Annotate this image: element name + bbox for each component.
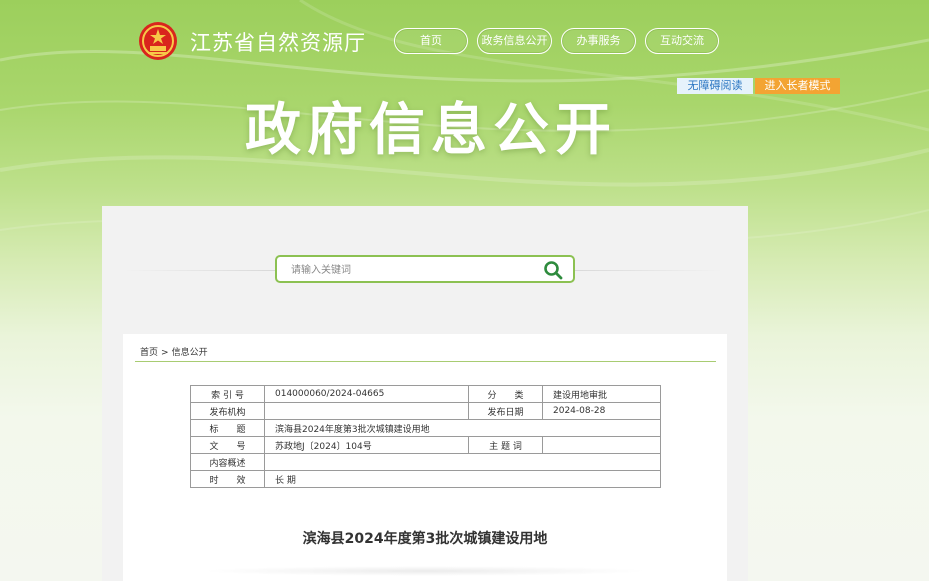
table-row: 文 号 苏政地J〔2024〕104号 主 题 词: [190, 436, 661, 454]
value-publish-date: 2024-08-28: [542, 402, 661, 420]
page-hero-title: 政府信息公开: [245, 98, 617, 163]
accessibility-button[interactable]: 无障碍阅读: [677, 78, 753, 94]
value-keywords: [542, 436, 661, 454]
breadcrumb-home[interactable]: 首页: [140, 348, 158, 358]
table-row: 内容概述: [190, 453, 661, 471]
national-emblem-icon: [139, 22, 177, 60]
value-summary: [264, 453, 661, 471]
label-summary: 内容概述: [190, 453, 265, 471]
nav-interaction[interactable]: 互动交流: [645, 28, 719, 54]
label-title: 标 题: [190, 419, 265, 437]
nav-gov-info[interactable]: 政务信息公开: [477, 28, 552, 54]
label-keywords: 主 题 词: [468, 436, 543, 454]
nav-services[interactable]: 办事服务: [561, 28, 636, 54]
site-name[interactable]: 江苏省自然资源厅: [190, 27, 366, 57]
breadcrumb-current[interactable]: 信息公开: [172, 348, 208, 358]
label-index-number: 索 引 号: [190, 385, 265, 403]
label-publisher: 发布机构: [190, 402, 265, 420]
search-box: [275, 255, 575, 283]
table-row: 发布机构 发布日期 2024-08-28: [190, 402, 661, 420]
label-publish-date: 发布日期: [468, 402, 543, 420]
value-category: 建设用地审批: [542, 385, 661, 403]
document-title: 滨海县2024年度第3批次城镇建设用地: [302, 531, 548, 547]
elder-mode-button[interactable]: 进入长者模式: [755, 78, 840, 94]
title-shadow-divider: [200, 566, 650, 576]
label-validity: 时 效: [190, 470, 265, 488]
table-row: 时 效 长 期: [190, 470, 661, 488]
value-validity: 长 期: [264, 470, 661, 488]
value-publisher: [264, 402, 469, 420]
search-input[interactable]: [289, 260, 533, 280]
metadata-table: 索 引 号 014000060/2024-04665 分 类 建设用地审批 发布…: [190, 385, 661, 488]
label-doc-number: 文 号: [190, 436, 265, 454]
table-row: 标 题 滨海县2024年度第3批次城镇建设用地: [190, 419, 661, 437]
breadcrumb: 首页 > 信息公开: [140, 345, 211, 358]
main-nav: 首页 政务信息公开 办事服务 互动交流: [394, 28, 719, 54]
nav-home[interactable]: 首页: [394, 28, 468, 54]
breadcrumb-divider: [135, 361, 716, 362]
table-row: 索 引 号 014000060/2024-04665 分 类 建设用地审批: [190, 385, 661, 403]
search-icon[interactable]: [543, 260, 563, 280]
breadcrumb-separator: >: [161, 348, 169, 358]
label-category: 分 类: [468, 385, 543, 403]
value-title: 滨海县2024年度第3批次城镇建设用地: [264, 419, 661, 437]
value-index-number: 014000060/2024-04665: [264, 385, 469, 403]
value-doc-number: 苏政地J〔2024〕104号: [264, 436, 469, 454]
